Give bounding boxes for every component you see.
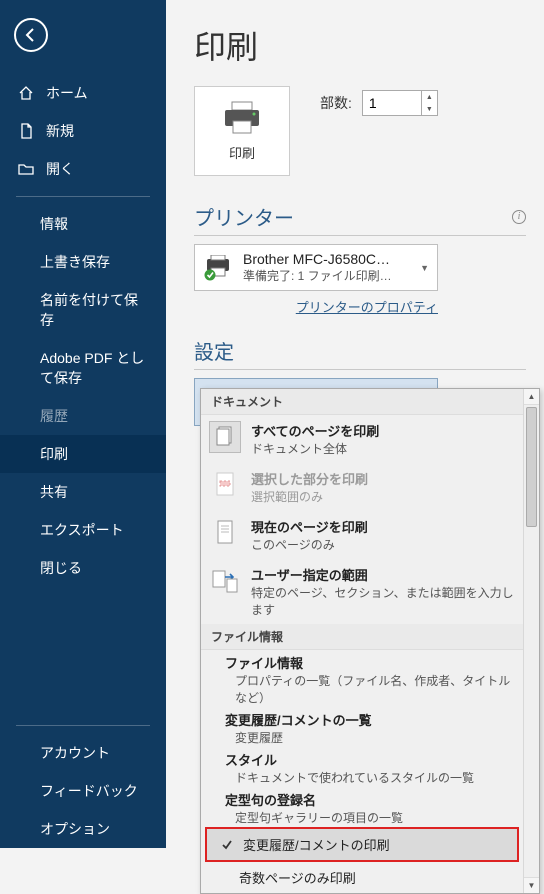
dd-item-current-page[interactable]: 現在のページを印刷 このページのみ — [201, 511, 523, 559]
sidebar-label: 新規 — [46, 121, 74, 141]
sidebar-label: オプション — [40, 819, 110, 839]
sidebar-label: フィードバック — [40, 781, 138, 801]
page-selection-icon — [213, 471, 237, 499]
dd-item-file-info[interactable]: ファイル情報 プロパティの一覧（ファイル名、作成者、タイトルなど） — [201, 650, 523, 707]
sidebar-item-account[interactable]: アカウント — [0, 734, 166, 772]
dd-item-autotext[interactable]: 定型句の登録名 定型句ギャラリーの項目の一覧 — [201, 787, 523, 827]
sidebar-item-feedback[interactable]: フィードバック — [0, 772, 166, 810]
print-range-dropdown: ドキュメント すべてのページを印刷 ドキュメント全体 選択した部分を印刷 選択範… — [200, 388, 540, 894]
sidebar-separator — [16, 196, 150, 197]
sidebar-label: 上書き保存 — [40, 252, 110, 272]
sidebar-label: アカウント — [40, 743, 110, 763]
sidebar-item-share[interactable]: 共有 — [0, 473, 166, 511]
copies-input[interactable] — [363, 91, 421, 115]
sidebar-label: 開く — [46, 159, 74, 179]
sidebar-item-history[interactable]: 履歴 — [0, 397, 166, 435]
sidebar-label: 履歴 — [40, 406, 68, 426]
chevron-down-icon: ▼ — [420, 263, 429, 273]
back-button[interactable] — [14, 18, 48, 52]
printer-name: Brother MFC-J6580C… — [243, 251, 410, 267]
folder-open-icon — [18, 161, 34, 177]
dd-item-selection: 選択した部分を印刷 選択範囲のみ — [201, 463, 523, 511]
sidebar-label: Adobe PDF として保存 — [40, 348, 148, 388]
sidebar-item-adobe[interactable]: Adobe PDF として保存 — [0, 339, 166, 397]
dd-item-custom-range[interactable]: ユーザー指定の範囲 特定のページ、セクション、または範囲を入力します — [201, 559, 523, 624]
new-doc-icon — [18, 123, 34, 139]
info-icon[interactable]: i — [512, 210, 526, 224]
scroll-down-button[interactable]: ▼ — [524, 877, 539, 893]
sidebar-item-info[interactable]: 情報 — [0, 205, 166, 243]
printer-selector[interactable]: Brother MFC-J6580C… 準備完了: 1 ファイル印刷… ▼ — [194, 244, 438, 291]
copies-label: 部数: — [320, 93, 352, 113]
scroll-track[interactable] — [524, 405, 539, 877]
pages-icon — [213, 425, 237, 449]
sidebar-label: 名前を付けて保存 — [40, 290, 148, 330]
printer-heading: プリンター i — [194, 202, 526, 236]
sidebar-item-new[interactable]: 新規 — [0, 112, 166, 150]
sidebar-item-saveas[interactable]: 名前を付けて保存 — [0, 281, 166, 339]
sidebar-item-open[interactable]: 開く — [0, 150, 166, 188]
print-tile-label: 印刷 — [229, 143, 255, 162]
printer-icon — [222, 101, 262, 135]
dd-item-print-markup[interactable]: 変更履歴/コメントの印刷 — [205, 827, 519, 862]
page-title: 印刷 — [194, 22, 526, 68]
sidebar-label: ホーム — [46, 83, 88, 103]
dd-item-styles[interactable]: スタイル ドキュメントで使われているスタイルの一覧 — [201, 747, 523, 787]
sidebar-item-print[interactable]: 印刷 — [0, 435, 166, 473]
sidebar-item-export[interactable]: エクスポート — [0, 511, 166, 549]
page-range-icon — [211, 567, 239, 595]
sidebar-label: 共有 — [40, 482, 68, 502]
sidebar-separator — [16, 725, 150, 726]
printer-ready-icon — [203, 255, 233, 281]
printer-status: 準備完了: 1 ファイル印刷… — [243, 267, 410, 284]
sidebar-item-home[interactable]: ホーム — [0, 74, 166, 112]
home-icon — [18, 85, 34, 101]
sidebar-item-options[interactable]: オプション — [0, 810, 166, 848]
print-button[interactable]: 印刷 — [194, 86, 290, 176]
copies-spinner[interactable]: ▲ ▼ — [362, 90, 438, 116]
scroll-up-button[interactable]: ▲ — [524, 389, 539, 405]
settings-heading: 設定 — [194, 336, 526, 370]
dropdown-section-fileinfo: ファイル情報 — [201, 624, 523, 650]
arrow-left-icon — [23, 27, 39, 43]
dd-item-markup-list[interactable]: 変更履歴/コメントの一覧 変更履歴 — [201, 707, 523, 747]
sidebar-item-save[interactable]: 上書き保存 — [0, 243, 166, 281]
copies-down[interactable]: ▼ — [422, 103, 437, 115]
dropdown-section-document: ドキュメント — [201, 389, 523, 415]
sidebar-label: 情報 — [40, 214, 68, 234]
sidebar-label: エクスポート — [40, 520, 124, 540]
dd-item-odd-pages[interactable]: 奇数ページのみ印刷 — [201, 862, 523, 893]
sidebar-label: 閉じる — [40, 558, 82, 578]
copies-up[interactable]: ▲ — [422, 91, 437, 103]
sidebar-item-close[interactable]: 閉じる — [0, 549, 166, 587]
check-icon — [221, 839, 233, 851]
page-icon — [213, 519, 237, 547]
printer-properties-link[interactable]: プリンターのプロパティ — [296, 300, 438, 315]
sidebar-label: 印刷 — [40, 444, 68, 464]
dropdown-scrollbar[interactable]: ▲ ▼ — [523, 389, 539, 893]
dd-item-all-pages[interactable]: すべてのページを印刷 ドキュメント全体 — [201, 415, 523, 463]
backstage-sidebar: ホーム 新規 開く 情報 上書き保存 名前を付けて保存 Adobe PDF とし… — [0, 0, 166, 848]
scroll-thumb[interactable] — [526, 407, 537, 527]
